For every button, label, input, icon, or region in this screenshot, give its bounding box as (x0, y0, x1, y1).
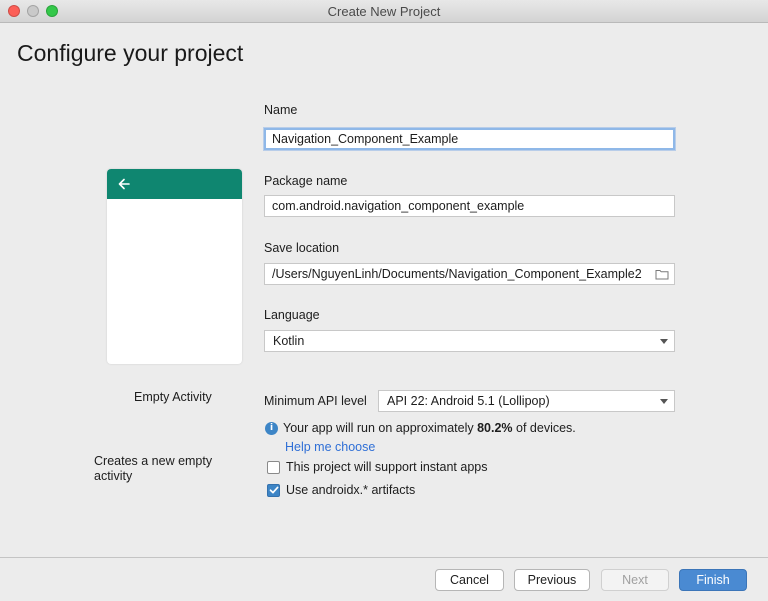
name-label: Name (264, 103, 298, 117)
template-description: Creates a new empty activity (94, 454, 213, 483)
next-button[interactable]: Next (601, 569, 669, 591)
chevron-down-icon (660, 339, 668, 344)
page-title: Configure your project (17, 40, 244, 66)
info-icon: i (265, 422, 278, 435)
dialog-footer: Cancel Previous Next Finish (0, 558, 768, 601)
device-coverage-text: Your app will run on approximately 80.2%… (283, 421, 576, 435)
save-location-input[interactable]: /Users/NguyenLinh/Documents/Navigation_C… (264, 263, 675, 285)
androidx-checkbox[interactable] (267, 484, 280, 497)
cancel-button[interactable]: Cancel (435, 569, 504, 591)
template-name: Empty Activity (134, 390, 212, 404)
min-api-value: API 22: Android 5.1 (Lollipop) (387, 394, 550, 408)
package-name-label: Package name (264, 174, 348, 188)
androidx-label[interactable]: Use androidx.* artifacts (286, 483, 415, 497)
back-arrow-icon (118, 178, 130, 190)
save-location-label: Save location (264, 241, 340, 255)
min-api-select[interactable]: API 22: Android 5.1 (Lollipop) (378, 390, 675, 412)
language-select[interactable]: Kotlin (264, 330, 675, 352)
window-title: Create New Project (327, 4, 441, 19)
language-label: Language (264, 308, 320, 322)
name-input[interactable]: Navigation_Component_Example (264, 128, 675, 150)
checkmark-icon (269, 486, 279, 494)
coverage-percent: 80.2% (477, 421, 513, 435)
activity-preview (107, 169, 242, 364)
package-name-input[interactable]: com.android.navigation_component_example (264, 195, 675, 217)
dialog-content: Configure your project Empty Activity Cr… (0, 23, 768, 557)
help-me-choose-link[interactable]: Help me choose (285, 440, 375, 454)
min-api-label: Minimum API level (264, 394, 367, 408)
chevron-down-icon (660, 399, 668, 404)
instant-apps-checkbox[interactable] (267, 461, 280, 474)
previous-button[interactable]: Previous (514, 569, 590, 591)
save-location-value: /Users/NguyenLinh/Documents/Navigation_C… (272, 267, 642, 281)
preview-app-bar (107, 169, 242, 199)
finish-button[interactable]: Finish (679, 569, 747, 591)
title-bar: Create New Project (0, 0, 768, 23)
instant-apps-label[interactable]: This project will support instant apps (286, 460, 487, 474)
folder-icon[interactable] (655, 268, 669, 280)
language-value: Kotlin (273, 334, 305, 348)
